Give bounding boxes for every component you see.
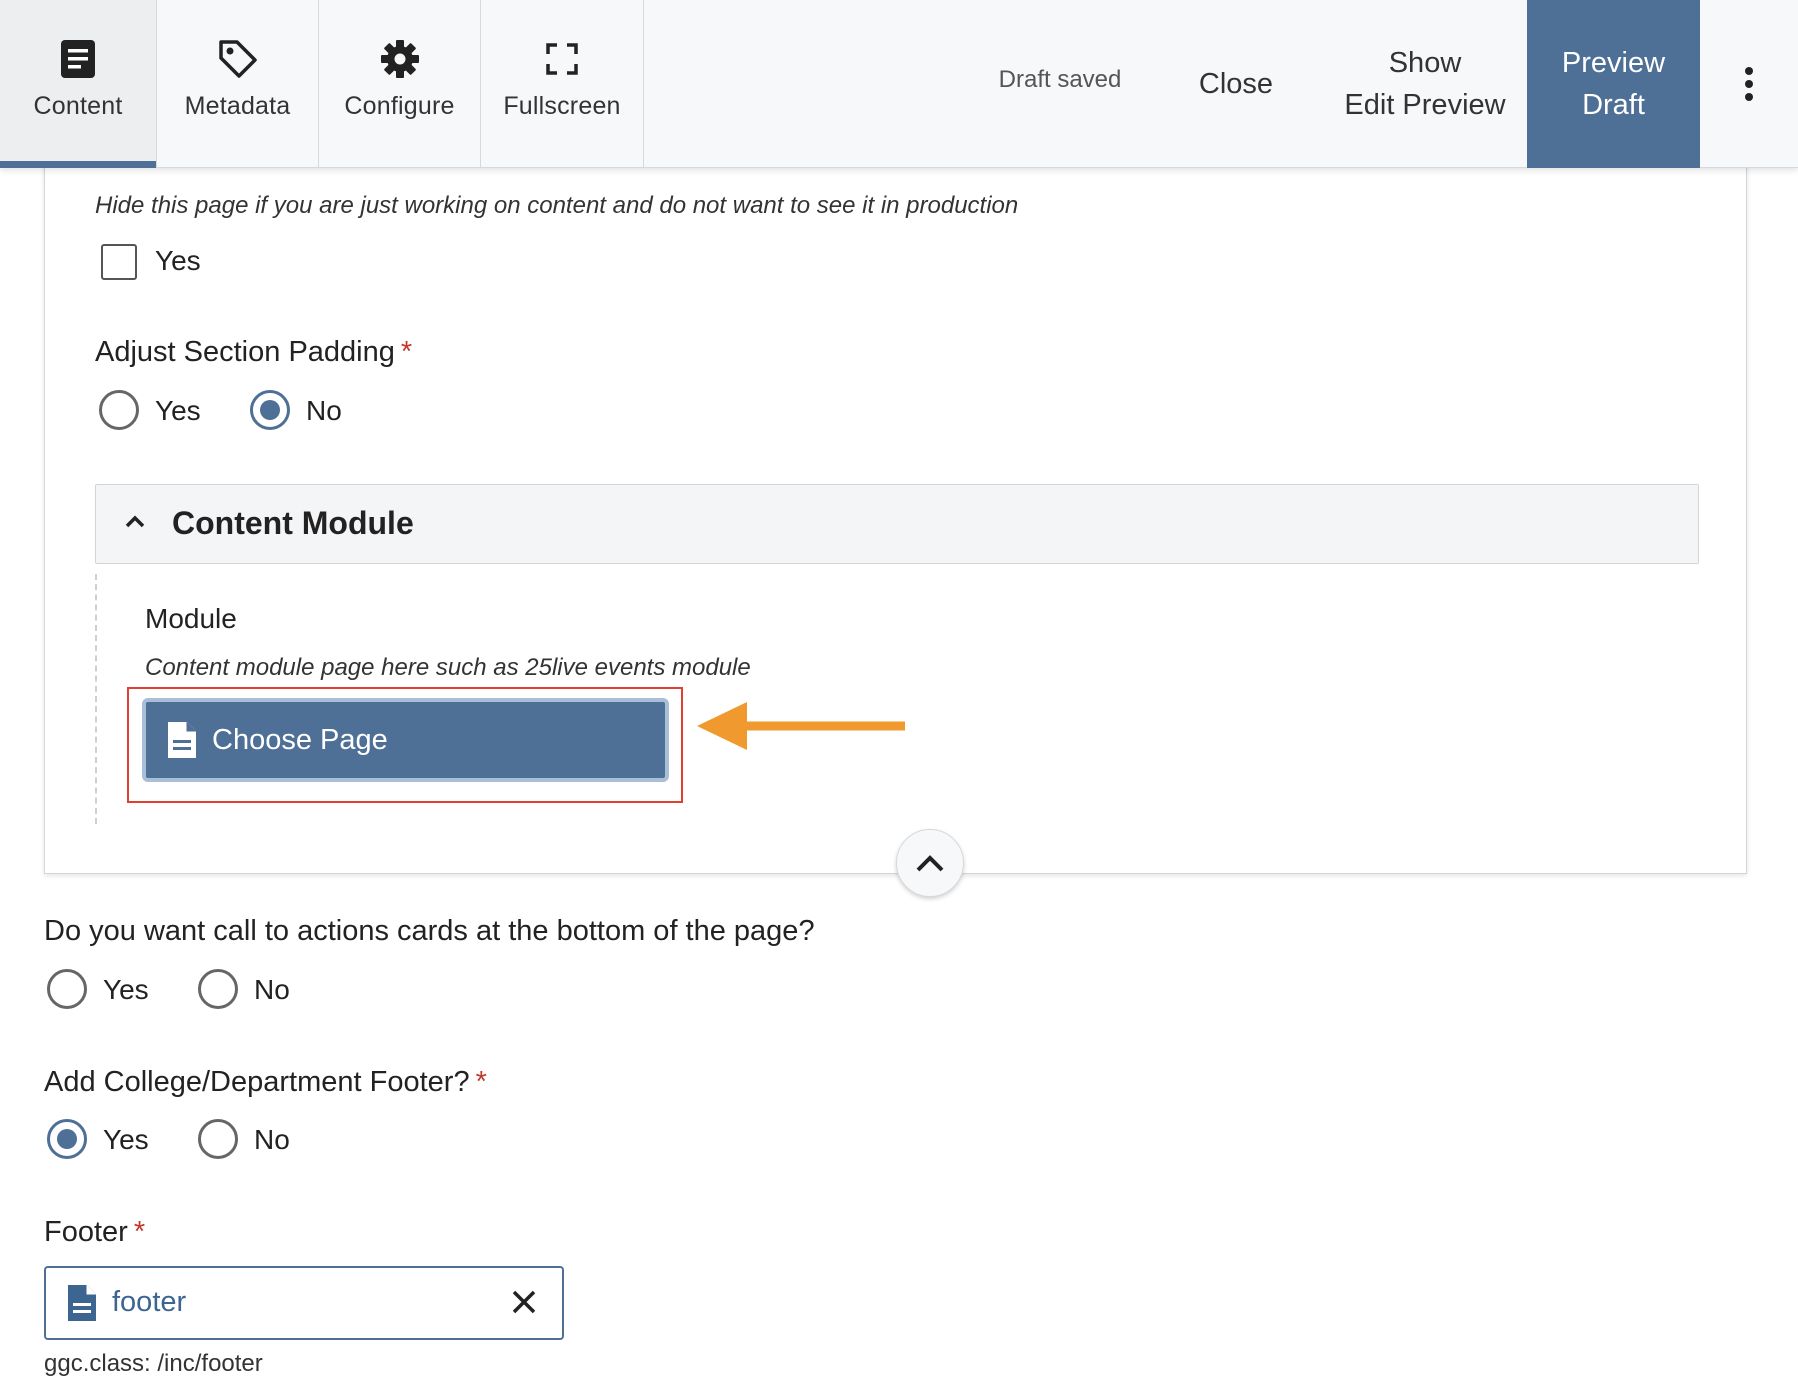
chevron-up-icon [125,515,145,528]
section-padding-yes-radio[interactable] [99,390,139,430]
section-padding-label: Adjust Section Padding * [95,336,412,369]
content-module-title: Content Module [172,505,414,541]
module-label: Module [145,603,237,634]
cta-cards-yes-label: Yes [103,974,149,1005]
required-marker: * [133,1216,146,1248]
footer-label-text: Footer [44,1216,128,1248]
hide-page-hint: Hide this page if you are just working o… [95,192,1019,219]
required-marker: * [400,336,413,368]
content-document-icon [60,38,96,80]
tag-icon [217,38,259,80]
collapse-section-button[interactable] [896,829,964,897]
tab-content[interactable]: Content [0,0,157,168]
gear-icon [379,38,421,80]
show-edit-preview-button[interactable]: Show Edit Preview [1325,0,1525,168]
section-padding-no-label: No [306,395,342,426]
annotation-arrow-icon [697,702,905,750]
section-padding-label-text: Adjust Section Padding [95,336,395,368]
show-edit-preview-line2: Edit Preview [1344,89,1506,121]
cta-cards-no-label: No [254,974,290,1005]
dept-footer-label: Add College/Department Footer? * [44,1066,487,1099]
more-options-button[interactable] [1700,0,1798,168]
page-settings-card: Hide this page if you are just working o… [44,150,1747,874]
tab-fullscreen-label: Fullscreen [503,92,621,120]
tab-configure-label: Configure [344,92,455,120]
tab-metadata[interactable]: Metadata [157,0,319,168]
editor-toolbar: Content Metadata Configure Fullscreen Dr… [0,0,1798,168]
dept-footer-label-text: Add College/Department Footer? [44,1066,470,1098]
tab-content-label: Content [33,92,123,120]
cta-cards-no-radio[interactable] [198,969,238,1009]
close-button[interactable]: Close [1180,0,1292,168]
cta-cards-yes-radio[interactable] [47,969,87,1009]
footer-path: ggc.class: /inc/footer [44,1350,263,1377]
kebab-menu-icon [1745,67,1753,101]
content-module-section-header[interactable]: Content Module [95,484,1699,564]
footer-page-field[interactable]: footer [44,1266,564,1340]
document-icon [68,1285,96,1321]
dept-footer-yes-radio[interactable] [47,1119,87,1159]
close-icon[interactable] [510,1288,538,1316]
tab-metadata-label: Metadata [184,92,291,120]
choose-page-label: Choose Page [212,723,388,756]
module-hint: Content module page here such as 25live … [145,654,751,681]
section-padding-no-radio[interactable] [250,390,290,430]
tab-configure[interactable]: Configure [319,0,481,168]
footer-label: Footer * [44,1216,145,1249]
cta-cards-label: Do you want call to actions cards at the… [44,915,815,947]
preview-draft-line1: Preview [1561,47,1666,79]
section-nesting-rail [95,574,97,824]
draft-status: Draft saved [998,66,1122,93]
preview-draft-line2: Draft [1582,89,1645,121]
dept-footer-yes-label: Yes [103,1124,149,1155]
section-padding-yes-label: Yes [155,395,201,426]
dept-footer-no-radio[interactable] [198,1119,238,1159]
show-edit-preview-line1: Show [1388,47,1462,79]
dept-footer-no-label: No [254,1124,290,1155]
required-marker: * [475,1066,487,1098]
chevron-up-icon [916,855,944,872]
tab-fullscreen[interactable]: Fullscreen [481,0,644,168]
preview-draft-button[interactable]: Preview Draft [1527,0,1700,168]
choose-page-button[interactable]: Choose Page [142,698,669,782]
hide-page-checkbox[interactable] [101,244,137,280]
document-icon [166,720,198,760]
fullscreen-icon [546,38,578,80]
hide-page-yes-label: Yes [155,245,201,276]
footer-value: footer [112,1286,187,1318]
